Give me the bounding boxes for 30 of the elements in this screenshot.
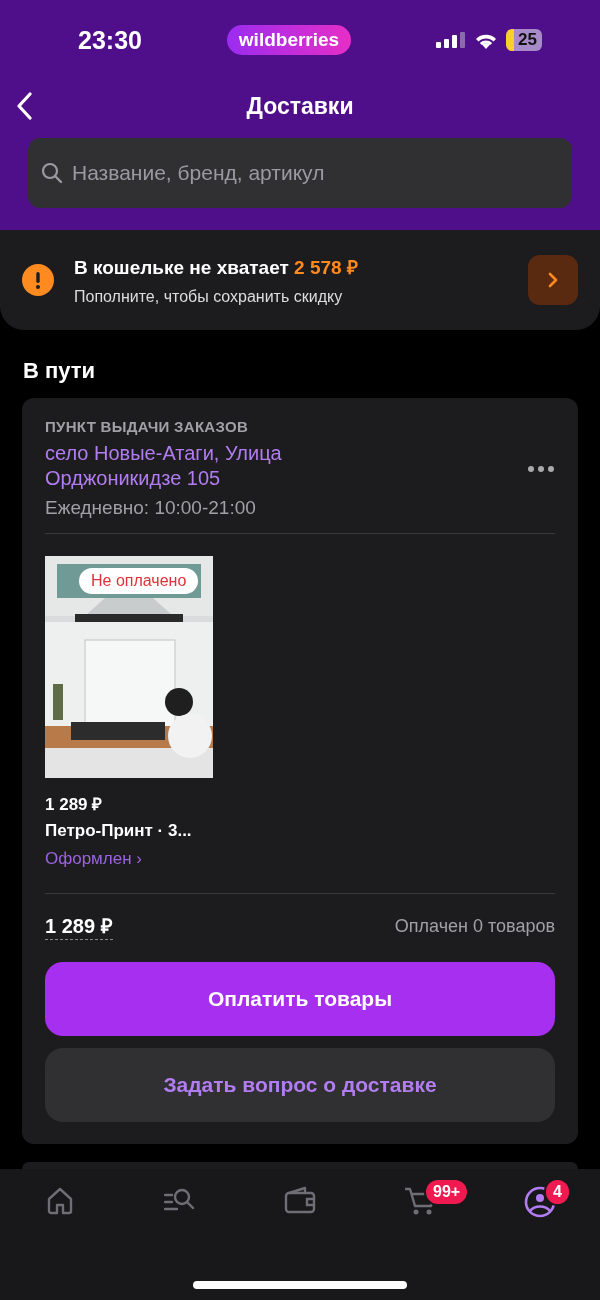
item-price: 1 289 ₽ <box>45 794 104 815</box>
wallet-hint: Пополните, чтобы сохранить скидку <box>74 288 344 306</box>
wallet-button[interactable] <box>528 255 578 305</box>
pickup-label: ПУНКТ ВЫДАЧИ ЗАКАЗОВ <box>45 418 250 435</box>
search-field[interactable]: Название, бренд, артикул <box>28 138 572 208</box>
pay-button[interactable]: Оплатить товары <box>45 962 555 1036</box>
count-badge: 99+ <box>424 1178 470 1206</box>
wallet-warning: В кошельке не хватает 2 578 ₽ <box>74 256 359 280</box>
chevron-icon <box>546 271 560 289</box>
warning-icon <box>22 264 54 296</box>
signal-icon <box>436 32 467 48</box>
total-price[interactable]: 1 289 ₽ <box>45 912 113 940</box>
back-icon[interactable] <box>16 92 32 120</box>
item-name: Петро-Принт · 3... <box>45 821 193 841</box>
wallet-icon[interactable] <box>284 1186 316 1214</box>
battery-indicator: 25 <box>506 29 542 51</box>
pickup-address[interactable]: село Новые-Атаги, Улица Орджоникидзе 105 <box>45 441 335 491</box>
status-time: 23:30 <box>78 25 142 55</box>
page-title: Доставки <box>246 92 354 120</box>
section-title: В пути <box>22 357 97 385</box>
unpaid-badge: Не оплачено <box>79 568 199 594</box>
item-status[interactable]: Оформлен › <box>45 849 213 869</box>
paid-count: Оплачен 0 товаров <box>394 915 555 937</box>
count-badge: 4 <box>544 1178 571 1206</box>
home-icon[interactable] <box>45 1186 75 1216</box>
pickup-hours: Ежедневно: 10:00-21:00 <box>45 497 257 519</box>
ask-button[interactable]: Задать вопрос о доставке <box>45 1048 555 1122</box>
app-pill: wildberries <box>226 25 352 55</box>
more-icon[interactable] <box>527 464 555 473</box>
search-icon <box>40 161 64 185</box>
